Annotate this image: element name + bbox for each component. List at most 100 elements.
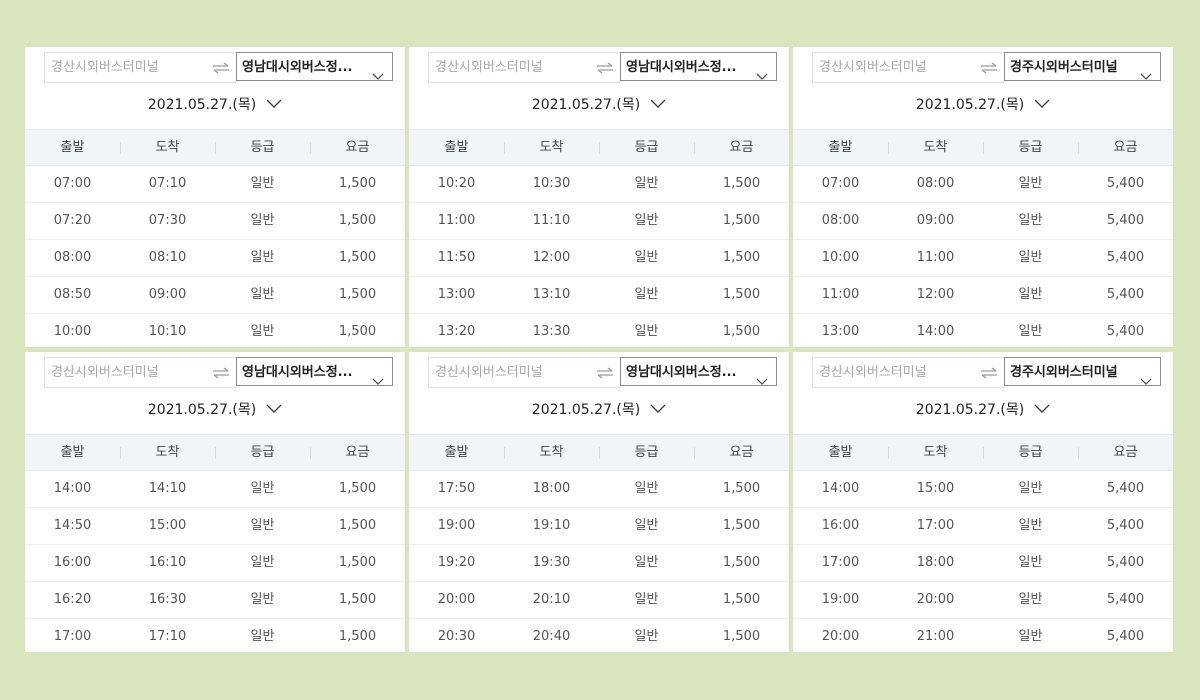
table-cell: 1,500 — [722, 481, 761, 496]
table-cell: 1,500 — [338, 629, 377, 644]
origin-input[interactable]: 경산시외버스터미널 — [44, 357, 207, 388]
table-cell: 17:00 — [916, 518, 955, 533]
column-header: 출발 — [444, 445, 469, 460]
table-row[interactable]: 17:00 17:10 일반 1,500 — [25, 619, 405, 652]
table-row[interactable]: 16:00 17:00 일반 5,400 — [793, 508, 1173, 545]
origin-input[interactable]: 경산시외버스터미널 — [428, 357, 591, 388]
table-cell: 17:00 — [53, 629, 92, 644]
table-row[interactable]: 14:00 15:00 일반 5,400 — [793, 471, 1173, 508]
swap-arrows-icon[interactable] — [590, 52, 620, 83]
date-label: 2021.05.27.(목) — [147, 97, 257, 113]
table-row[interactable]: 16:00 16:10 일반 1,500 — [25, 545, 405, 582]
swap-arrows-icon[interactable] — [206, 357, 236, 388]
date-selector[interactable]: 2021.05.27.(목) — [409, 93, 789, 115]
table-cell: 1,500 — [722, 324, 761, 339]
table-row[interactable]: 20:00 20:10 일반 1,500 — [409, 582, 789, 619]
swap-arrows-icon[interactable] — [974, 52, 1004, 83]
table-cell: 08:50 — [53, 287, 92, 302]
column-header: 요금 — [310, 435, 405, 470]
table-cell: 1,500 — [722, 176, 761, 191]
table-cell: 1,500 — [338, 481, 377, 496]
table-cell: 일반 — [1018, 629, 1043, 644]
column-header: 출발 — [828, 140, 853, 155]
table-row[interactable]: 10:00 10:10 일반 1,500 — [25, 314, 405, 347]
table-cell: 10:00 — [821, 250, 860, 265]
table-row[interactable]: 14:50 15:00 일반 1,500 — [25, 508, 405, 545]
destination-select[interactable]: 영남대시외버스정... — [236, 357, 393, 386]
table-cell: 10:30 — [532, 176, 571, 191]
table-cell: 14:00 — [53, 481, 92, 496]
table-cell: 20:10 — [532, 592, 571, 607]
table-cell: 1,500 — [338, 213, 377, 228]
destination-select[interactable]: 경주시외버스터미널 — [1004, 357, 1161, 386]
table-row[interactable]: 14:00 14:10 일반 1,500 — [25, 471, 405, 508]
table-cell: 일반 — [250, 592, 275, 607]
table-row[interactable]: 07:00 07:10 일반 1,500 — [25, 166, 405, 203]
table-body: 14:00 15:00 일반 5,400 16:00 17:00 일반 5,400 17:00 1… — [793, 471, 1173, 652]
table-row[interactable]: 07:00 08:00 일반 5,400 — [793, 166, 1173, 203]
swap-arrows-icon[interactable] — [590, 357, 620, 388]
table-cell: 21:00 — [916, 629, 955, 644]
table-cell: 일반 — [1018, 324, 1043, 339]
table-row[interactable]: 08:00 09:00 일반 5,400 — [793, 203, 1173, 240]
table-cell: 일반 — [250, 250, 275, 265]
table-cell: 일반 — [1018, 250, 1043, 265]
table-cell: 08:00 — [916, 176, 955, 191]
table-row[interactable]: 13:20 13:30 일반 1,500 — [409, 314, 789, 347]
table-row[interactable]: 17:50 18:00 일반 1,500 — [409, 471, 789, 508]
column-header: 출발 — [60, 140, 85, 155]
origin-input[interactable]: 경산시외버스터미널 — [428, 52, 591, 83]
swap-arrows-icon[interactable] — [206, 52, 236, 83]
table-cell: 5,400 — [1106, 176, 1145, 191]
table-cell: 07:30 — [148, 213, 187, 228]
chevron-down-icon — [1140, 63, 1152, 80]
destination-select[interactable]: 영남대시외버스정... — [620, 52, 777, 81]
column-header: 도착 — [120, 435, 215, 470]
origin-input[interactable]: 경산시외버스터미널 — [812, 52, 975, 83]
table-row[interactable]: 11:50 12:00 일반 1,500 — [409, 240, 789, 277]
table-row[interactable]: 08:00 08:10 일반 1,500 — [25, 240, 405, 277]
table-cell: 20:00 — [437, 592, 476, 607]
table-row[interactable]: 11:00 11:10 일반 1,500 — [409, 203, 789, 240]
table-row[interactable]: 13:00 14:00 일반 5,400 — [793, 314, 1173, 347]
table-row[interactable]: 11:00 12:00 일반 5,400 — [793, 277, 1173, 314]
table-cell: 1,500 — [722, 629, 761, 644]
route-selector: 경산시외버스터미널 영남대시외버스정... — [44, 52, 393, 83]
table-row[interactable]: 20:30 20:40 일반 1,500 — [409, 619, 789, 652]
table-cell: 1,500 — [722, 287, 761, 302]
table-row[interactable]: 16:20 16:30 일반 1,500 — [25, 582, 405, 619]
table-row[interactable]: 07:20 07:30 일반 1,500 — [25, 203, 405, 240]
table-cell: 16:30 — [148, 592, 187, 607]
date-selector[interactable]: 2021.05.27.(목) — [25, 93, 405, 115]
table-cell: 17:50 — [437, 481, 476, 496]
table-row[interactable]: 19:00 20:00 일반 5,400 — [793, 582, 1173, 619]
chevron-down-icon — [266, 99, 282, 109]
chevron-down-icon — [266, 404, 282, 414]
swap-arrows-icon[interactable] — [974, 357, 1004, 388]
date-selector[interactable]: 2021.05.27.(목) — [793, 398, 1173, 420]
table-row[interactable]: 08:50 09:00 일반 1,500 — [25, 277, 405, 314]
table-row[interactable]: 17:00 18:00 일반 5,400 — [793, 545, 1173, 582]
chevron-down-icon — [1140, 368, 1152, 385]
table-cell: 07:20 — [53, 213, 92, 228]
table-row[interactable]: 13:00 13:10 일반 1,500 — [409, 277, 789, 314]
destination-select[interactable]: 영남대시외버스정... — [620, 357, 777, 386]
date-selector[interactable]: 2021.05.27.(목) — [793, 93, 1173, 115]
table-cell: 19:20 — [437, 555, 476, 570]
origin-input[interactable]: 경산시외버스터미널 — [812, 357, 975, 388]
table-row[interactable]: 10:00 11:00 일반 5,400 — [793, 240, 1173, 277]
table-row[interactable]: 20:00 21:00 일반 5,400 — [793, 619, 1173, 652]
column-header: 도착 — [888, 130, 983, 165]
table-row[interactable]: 10:20 10:30 일반 1,500 — [409, 166, 789, 203]
table-cell: 17:00 — [821, 555, 860, 570]
table-cell: 5,400 — [1106, 555, 1145, 570]
date-selector[interactable]: 2021.05.27.(목) — [25, 398, 405, 420]
table-row[interactable]: 19:20 19:30 일반 1,500 — [409, 545, 789, 582]
table-row[interactable]: 19:00 19:10 일반 1,500 — [409, 508, 789, 545]
destination-select[interactable]: 경주시외버스터미널 — [1004, 52, 1161, 81]
table-cell: 1,500 — [338, 324, 377, 339]
origin-input[interactable]: 경산시외버스터미널 — [44, 52, 207, 83]
table-cell: 일반 — [250, 629, 275, 644]
destination-select[interactable]: 영남대시외버스정... — [236, 52, 393, 81]
date-selector[interactable]: 2021.05.27.(목) — [409, 398, 789, 420]
